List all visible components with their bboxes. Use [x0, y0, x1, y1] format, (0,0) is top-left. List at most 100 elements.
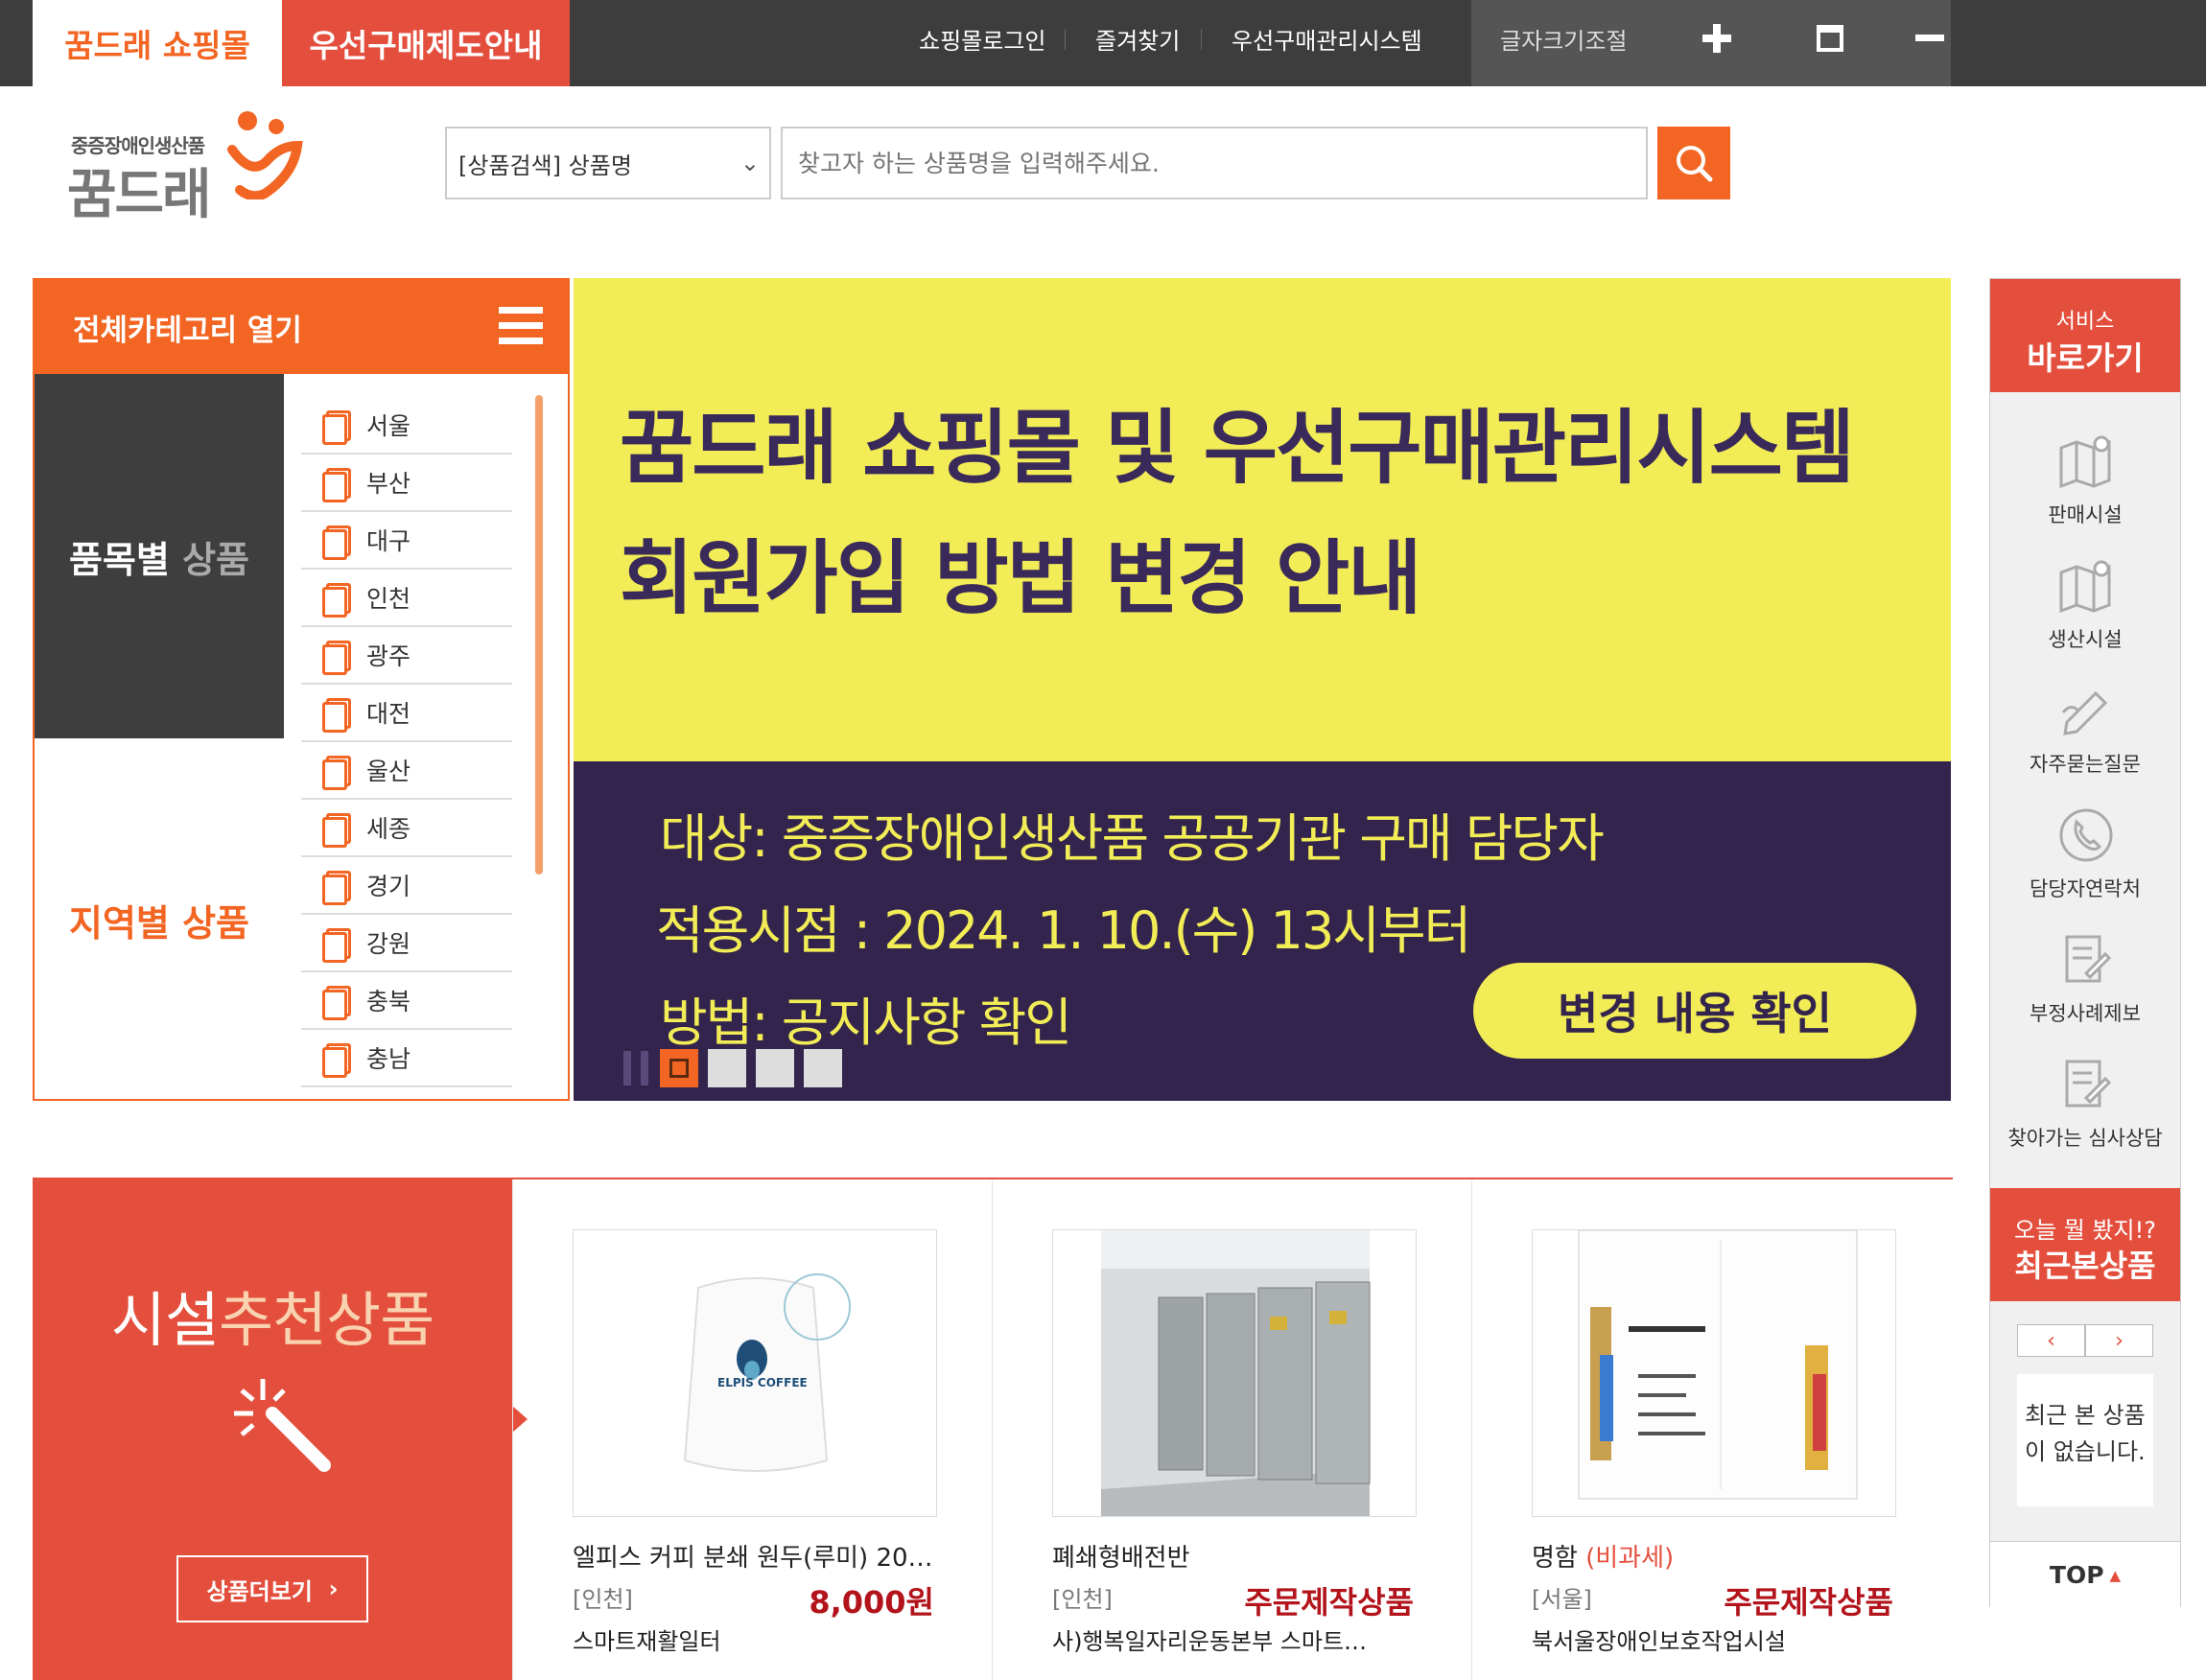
shop-login-link[interactable]: 쇼핑몰로그인 — [919, 0, 1045, 77]
region-label: 강원 — [366, 930, 411, 958]
region-label: 충북 — [366, 988, 411, 1015]
font-decrease-button[interactable] — [1903, 13, 1957, 63]
scroll-top-button[interactable]: TOP ▲ — [1990, 1541, 2180, 1608]
scroll-top-label: TOP — [2049, 1561, 2104, 1589]
product-card[interactable]: 폐쇄형배전반 [인천] 주문제작상품 사)행복일자리운동본부 스마트… — [992, 1179, 1471, 1680]
hamburger-menu-icon — [499, 307, 543, 345]
region-label: 인천 — [366, 585, 411, 613]
minus-icon — [1915, 35, 1944, 41]
product-brand-text: ELPIS COFFEE — [717, 1376, 808, 1389]
quick-report[interactable]: 부정사례제보 — [1990, 922, 2180, 1046]
product-name[interactable]: 엘피스 커피 분쇄 원두(루미) 20… — [573, 1538, 933, 1574]
slide-dot[interactable] — [756, 1049, 794, 1087]
document-icon — [322, 869, 351, 905]
logo[interactable]: 중증장애인생산품 꿈드래 — [67, 107, 303, 226]
document-icon — [322, 466, 351, 502]
more-products-button[interactable]: 상품더보기 › — [176, 1555, 368, 1622]
region-label: 울산 — [366, 758, 411, 785]
product-seller: 스마트재활일터 — [573, 1628, 721, 1655]
document-edit-icon — [2057, 931, 2115, 989]
product-price: 주문제작상품 — [1724, 1584, 1893, 1621]
product-region: [서울] — [1532, 1586, 1592, 1613]
banner-date-text: 적용시점 : 2024. 1. 10.(수) 13시부터 — [656, 900, 1471, 961]
region-item[interactable]: 경기 — [301, 857, 512, 915]
region-list-scrollbar[interactable] — [535, 395, 543, 875]
quick-faq[interactable]: 자주묻는질문 — [1990, 672, 2180, 797]
region-item[interactable]: 인천 — [301, 570, 512, 627]
region-label: 세종 — [366, 815, 411, 843]
category-by-region-tab[interactable]: 지역별 상품 — [35, 738, 284, 1101]
search-input[interactable] — [781, 127, 1648, 199]
region-item[interactable]: 강원 — [301, 915, 512, 972]
document-icon — [322, 754, 351, 790]
region-list: 서울 부산 대구 인천 광주 대전 울산 세종 경기 강원 충북 충남 — [301, 397, 512, 1087]
product-name[interactable]: 폐쇄형배전반 — [1052, 1538, 1190, 1574]
magic-wand-icon — [234, 1379, 331, 1472]
bookmark-link[interactable]: 즐겨찾기 — [1095, 0, 1180, 77]
region-item[interactable]: 대구 — [301, 512, 512, 570]
document-icon — [322, 696, 351, 733]
slide-dot-active[interactable] — [660, 1049, 698, 1087]
region-item[interactable]: 광주 — [301, 627, 512, 685]
region-item[interactable]: 부산 — [301, 455, 512, 512]
caret-up-icon: ▲ — [2109, 1566, 2122, 1584]
quick-service-subtitle: 서비스 — [2055, 310, 2115, 334]
recent-products-nav: ‹ › — [2017, 1324, 2153, 1357]
quick-production-facility[interactable]: 생산시설 — [1990, 548, 2180, 672]
category-by-product-tab[interactable]: 품목별 상품 — [35, 374, 284, 738]
slide-dot[interactable] — [804, 1049, 842, 1087]
product-card[interactable]: ELPIS COFFEE 엘피스 커피 분쇄 원두(루미) 20… [인천] 8… — [512, 1179, 992, 1680]
divider — [1065, 29, 1066, 50]
quick-service-title: 바로가기 — [2027, 339, 2144, 377]
category-panel: 전체카테고리 열기 품목별 상품 지역별 상품 서울 부산 대구 인천 광주 대… — [33, 278, 570, 1101]
font-reset-button[interactable] — [1803, 13, 1857, 63]
quick-label: 판매시설 — [2048, 503, 2123, 526]
region-item[interactable]: 충북 — [301, 972, 512, 1030]
search-button[interactable] — [1657, 127, 1730, 199]
product-region: [인천] — [573, 1586, 633, 1613]
quick-label: 부정사례제보 — [2030, 1002, 2141, 1025]
region-item[interactable]: 세종 — [301, 800, 512, 857]
document-icon — [322, 524, 351, 560]
product-card[interactable]: 명함 (비과세) [서울] 주문제작상품 북서울장애인보호작업시설 — [1471, 1179, 1951, 1680]
phone-icon — [2057, 806, 2115, 864]
logo-title: 꿈드래 — [67, 164, 212, 226]
product-seller: 북서울장애인보호작업시설 — [1532, 1628, 1786, 1655]
quick-label: 생산시설 — [2048, 628, 2123, 651]
slide-dot[interactable] — [708, 1049, 746, 1087]
main-banner[interactable]: 꿈드래 쇼핑몰 및 우선구매관리시스템 회원가입 방법 변경 안내 대상: 중증… — [574, 278, 1951, 1101]
quick-label: 찾아가는 심사상담 — [2007, 1127, 2163, 1150]
search-type-select[interactable]: [상품검색] 상품명 ⌄ — [445, 127, 771, 199]
quick-label: 담당자연락처 — [2030, 877, 2141, 900]
product-image[interactable]: ELPIS COFFEE — [573, 1229, 937, 1517]
product-image[interactable] — [1532, 1229, 1896, 1517]
banner-method-text: 방법: 공지사항 확인 — [660, 992, 1072, 1053]
recent-next-button[interactable]: › — [2085, 1324, 2153, 1357]
region-label: 부산 — [366, 470, 411, 498]
purchase-system-link[interactable]: 우선구매관리시스템 — [1232, 0, 1422, 77]
recent-products-subtitle: 오늘 뭘 봤지!? — [2013, 1217, 2157, 1244]
recommended-title: 시설추천상품 — [33, 1272, 512, 1358]
region-item[interactable]: 충남 — [301, 1030, 512, 1087]
quick-sales-facility[interactable]: 판매시설 — [1990, 423, 2180, 548]
search-icon — [1677, 146, 1713, 182]
product-seller: 사)행복일자리운동본부 스마트… — [1052, 1628, 1368, 1655]
tab-shopping-mall[interactable]: 꿈드래 쇼핑몰 — [33, 0, 282, 86]
tab-preferential-purchase[interactable]: 우선구매제도안내 — [282, 0, 570, 86]
search-type-value: [상품검색] 상품명 — [458, 152, 632, 179]
check-changes-button[interactable]: 변경 내용 확인 — [1473, 963, 1916, 1059]
region-item[interactable]: 울산 — [301, 742, 512, 800]
recent-products-header: 오늘 뭘 봤지!? 최근본상품 — [1990, 1188, 2180, 1301]
document-icon — [322, 1041, 351, 1078]
open-all-categories-button[interactable]: 전체카테고리 열기 — [35, 280, 568, 374]
region-item[interactable]: 서울 — [301, 397, 512, 455]
product-name[interactable]: 명함 (비과세) — [1532, 1538, 1674, 1574]
region-item[interactable]: 대전 — [301, 685, 512, 742]
quick-contact[interactable]: 담당자연락처 — [1990, 797, 2180, 922]
region-label: 광주 — [366, 642, 411, 670]
recent-prev-button[interactable]: ‹ — [2017, 1324, 2085, 1357]
font-increase-button[interactable] — [1690, 13, 1744, 63]
product-image[interactable] — [1052, 1229, 1417, 1517]
quick-visit-consulting[interactable]: 찾아가는 심사상담 — [1990, 1046, 2180, 1171]
pause-icon[interactable] — [623, 1051, 648, 1085]
